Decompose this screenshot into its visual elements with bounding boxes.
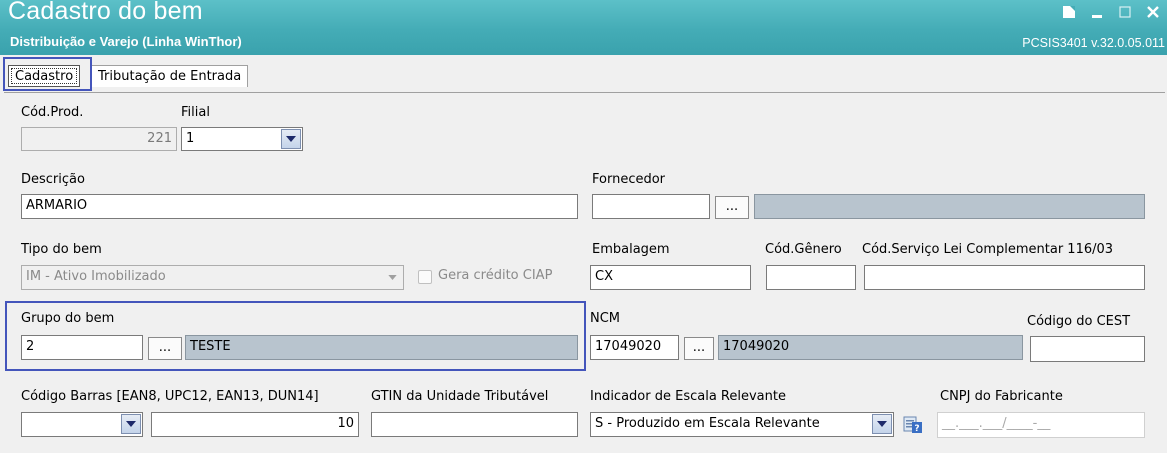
window-title: Cadastro do bem (8, 0, 203, 25)
version-label: PCSIS3401 v.32.0.05.011 (1022, 36, 1165, 50)
minimize-icon (1092, 15, 1102, 18)
help-icon: ? (903, 416, 922, 434)
tipo-bem-value: IM - Ativo Imobilizado (26, 269, 166, 284)
filial-value: 1 (186, 131, 195, 146)
window-header: Cadastro do bem Distribuição e Varejo (L… (0, 0, 1167, 55)
cest-field[interactable] (1030, 336, 1145, 362)
tipo-bem-dropdown-button[interactable] (382, 267, 402, 287)
tipo-bem-label: Tipo do bem (21, 242, 102, 257)
chevron-down-icon (126, 421, 136, 427)
window-controls (1055, 0, 1167, 25)
chevron-down-icon (877, 421, 887, 427)
ncm-search-button[interactable]: ... (684, 337, 714, 360)
fornecedor-name-field (754, 194, 1145, 219)
codigo-barras-dropdown-button[interactable] (121, 414, 141, 434)
ncm-label: NCM (590, 311, 621, 326)
grupo-bem-search-button[interactable]: ... (148, 337, 182, 360)
gera-credito-checkbox[interactable] (418, 270, 432, 284)
indicador-escala-value: S - Produzido em Escala Relevante (595, 416, 820, 431)
tab-highlight (3, 57, 92, 91)
chevron-down-icon (286, 136, 296, 142)
cnpj-fabricante-label: CNPJ do Fabricante (940, 389, 1063, 404)
cod-prod-label: Cód.Prod. (21, 105, 84, 120)
codigo-barras-type-select[interactable] (21, 412, 143, 437)
grupo-bem-name-field: TESTE (185, 335, 578, 360)
gtin-field[interactable] (371, 412, 578, 437)
cod-prod-field[interactable]: 221 (21, 127, 177, 151)
ncm-name-field: 17049020 (718, 335, 1023, 360)
minimize-button[interactable] (1083, 0, 1111, 24)
restore-window-button[interactable] (1055, 0, 1083, 24)
descricao-field[interactable]: ARMARIO (21, 194, 578, 219)
ncm-code-field[interactable]: 17049020 (590, 335, 679, 360)
fornecedor-code-field[interactable] (592, 194, 710, 219)
gtin-label: GTIN da Unidade Tributável (371, 389, 549, 404)
filial-select[interactable]: 1 (181, 127, 303, 151)
tab-bar: Cadastro Tributação de Entrada (0, 55, 1167, 92)
restore-icon (1063, 6, 1075, 18)
fornecedor-search-button[interactable]: ... (715, 196, 749, 219)
cod-genero-label: Cód.Gênero (765, 242, 842, 257)
cod-servico-field[interactable] (864, 265, 1145, 290)
cod-genero-field[interactable] (766, 265, 856, 290)
indicador-escala-dropdown-button[interactable] (872, 414, 892, 434)
descricao-label: Descrição (21, 172, 85, 187)
maximize-button[interactable] (1111, 0, 1139, 24)
cnpj-fabricante-field[interactable]: __.___.___/____-__ (937, 412, 1145, 438)
svg-text:?: ? (914, 424, 919, 434)
codigo-barras-label: Código Barras [EAN8, UPC12, EAN13, DUN14… (21, 389, 319, 404)
tipo-bem-select[interactable]: IM - Ativo Imobilizado (21, 265, 404, 290)
filial-label: Filial (181, 105, 210, 120)
grupo-bem-label: Grupo do bem (21, 311, 115, 326)
grupo-bem-code-field[interactable]: 2 (21, 335, 143, 360)
fornecedor-label: Fornecedor (592, 172, 666, 187)
gera-credito-label: Gera crédito CIAP (438, 268, 553, 283)
embalagem-field[interactable]: CX (590, 265, 751, 290)
codigo-barras-field[interactable]: 10 (151, 412, 359, 437)
cod-servico-label: Cód.Serviço Lei Complementar 116/03 (862, 242, 1114, 257)
maximize-icon (1119, 6, 1131, 18)
indicador-escala-select[interactable]: S - Produzido em Escala Relevante (590, 412, 894, 437)
tab-tributacao-entrada[interactable]: Tributação de Entrada (91, 65, 249, 87)
cest-label: Código do CEST (1027, 314, 1131, 329)
close-button[interactable] (1139, 0, 1167, 24)
indicador-escala-label: Indicador de Escala Relevante (590, 389, 786, 404)
filial-dropdown-button[interactable] (281, 129, 301, 149)
close-icon (1147, 6, 1159, 18)
window-subtitle: Distribuição e Varejo (Linha WinThor) (10, 34, 242, 49)
embalagem-label: Embalagem (592, 242, 670, 257)
help-button[interactable]: ? (903, 414, 923, 434)
chevron-down-icon (387, 274, 397, 280)
